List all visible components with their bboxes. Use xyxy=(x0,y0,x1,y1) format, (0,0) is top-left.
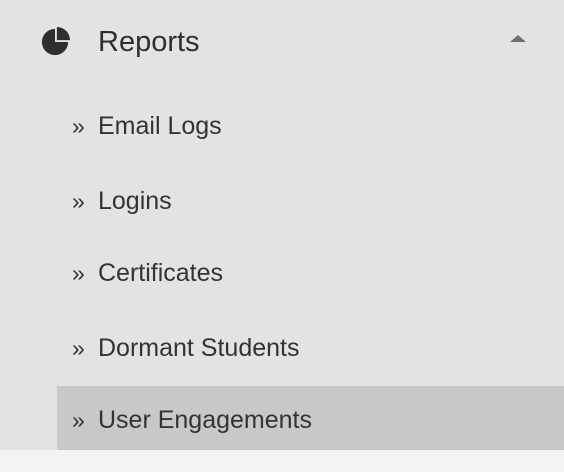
reports-section-header[interactable]: Reports xyxy=(0,0,564,84)
submenu-item-dormant-students[interactable]: » Dormant Students xyxy=(57,314,564,382)
page-background-strip xyxy=(0,450,564,472)
submenu-item-label: Email Logs xyxy=(98,112,222,140)
submenu-item-user-engagements[interactable]: » User Engagements xyxy=(57,386,564,454)
caret-up-icon[interactable] xyxy=(510,35,526,42)
submenu-item-email-logs[interactable]: » Email Logs xyxy=(57,92,564,160)
double-arrow-icon: » xyxy=(72,335,85,361)
reports-section-title: Reports xyxy=(98,26,200,58)
submenu-item-label: Certificates xyxy=(98,259,224,287)
double-arrow-icon: » xyxy=(72,260,85,286)
double-arrow-icon: » xyxy=(72,188,85,214)
submenu-item-label: User Engagements xyxy=(98,406,313,434)
double-arrow-icon: » xyxy=(72,113,85,139)
submenu-item-label: Logins xyxy=(98,187,172,215)
submenu-item-label: Dormant Students xyxy=(98,334,300,362)
submenu-item-certificates[interactable]: » Certificates xyxy=(57,239,564,307)
submenu-item-logins[interactable]: » Logins xyxy=(57,167,564,235)
sidebar: Reports » Email Logs » Logins » Certific… xyxy=(0,0,564,454)
double-arrow-icon: » xyxy=(72,407,85,433)
pie-chart-icon xyxy=(41,27,70,56)
